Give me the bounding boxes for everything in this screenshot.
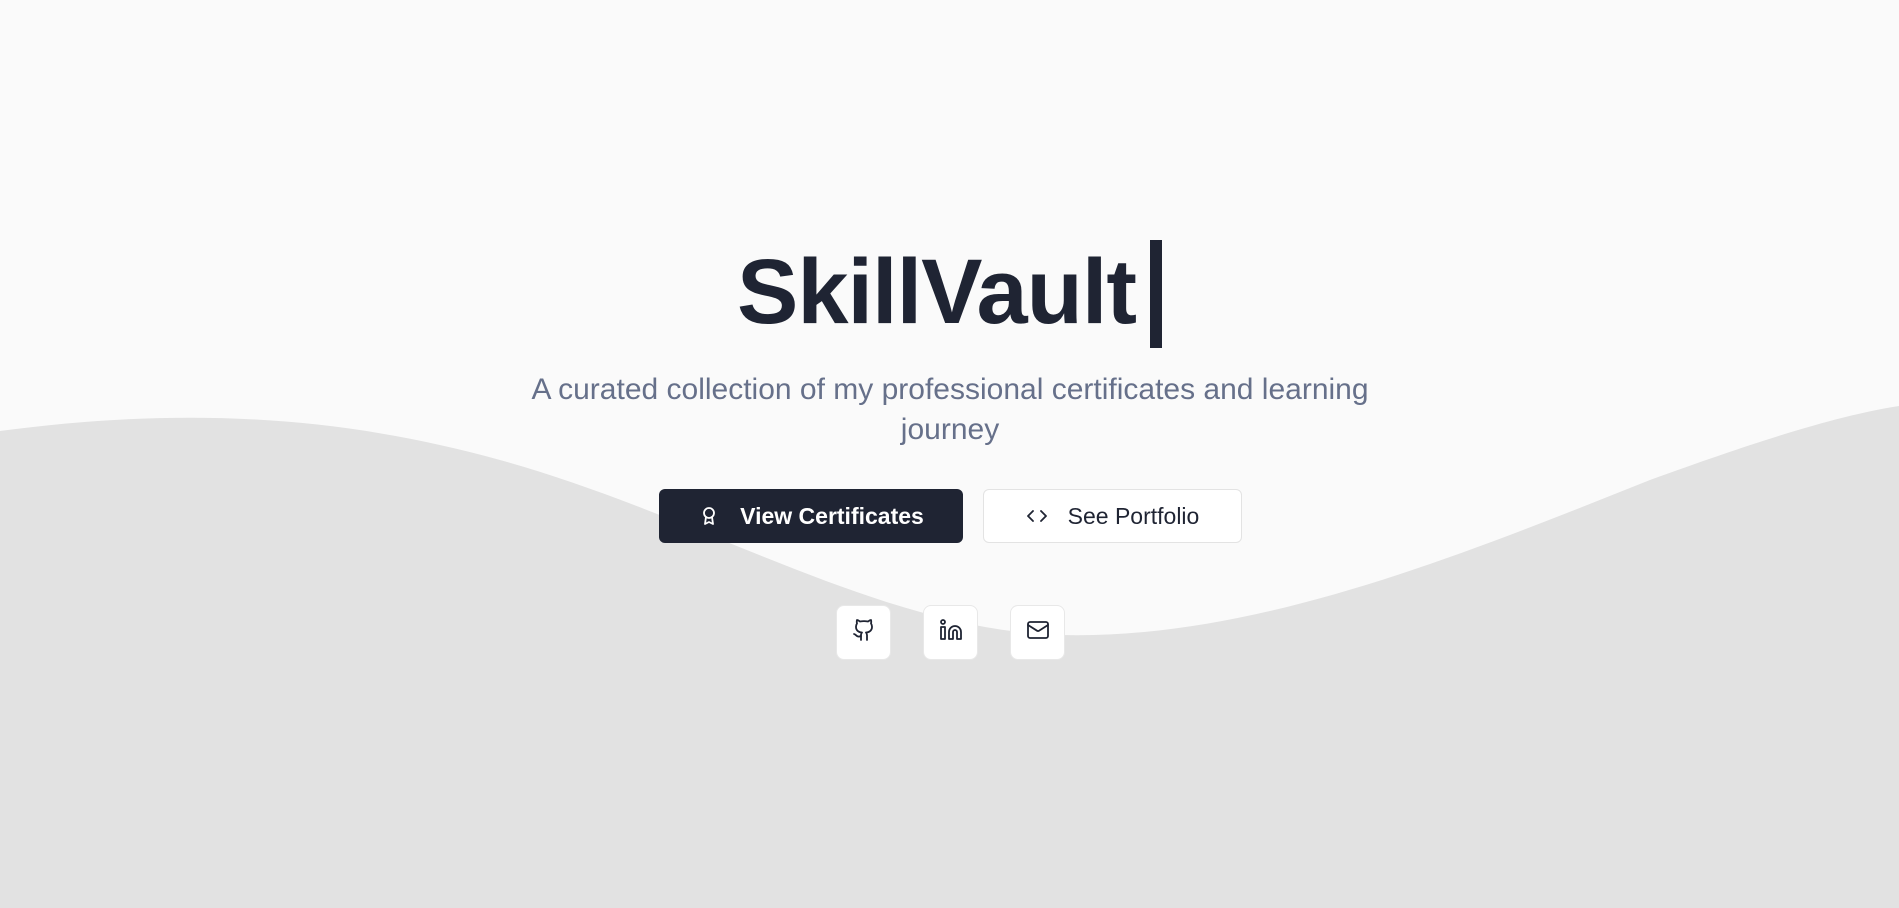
page-subtitle: A curated collection of my professional … (531, 373, 1369, 446)
typing-cursor (1150, 240, 1163, 348)
page-title: SkillVault (736, 241, 1137, 343)
title-row: SkillVault (0, 236, 1899, 348)
mail-icon (1026, 618, 1050, 647)
view-certificates-button[interactable]: View Certificates (659, 489, 963, 543)
background-wave (0, 406, 1899, 908)
view-certificates-label: View Certificates (740, 502, 924, 529)
email-link[interactable] (1010, 605, 1065, 660)
github-icon (852, 618, 876, 647)
code-icon (1026, 505, 1048, 527)
see-portfolio-button[interactable]: See Portfolio (983, 489, 1242, 543)
github-link[interactable] (836, 605, 891, 660)
linkedin-icon (939, 618, 963, 647)
see-portfolio-label: See Portfolio (1067, 502, 1200, 529)
hero-section: SkillVault A curated collection of my pr… (0, 0, 1899, 908)
linkedin-link[interactable] (923, 605, 978, 660)
award-icon (698, 505, 720, 527)
